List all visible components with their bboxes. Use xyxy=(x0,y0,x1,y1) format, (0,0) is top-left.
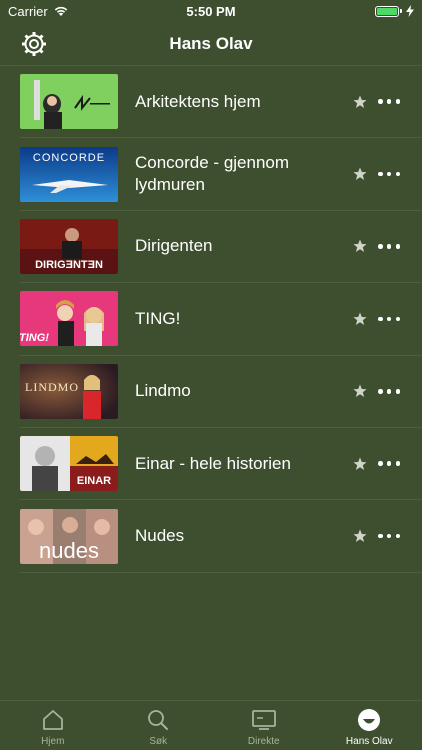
tv-icon xyxy=(251,710,276,730)
profile-icon xyxy=(358,709,381,731)
more-options-button[interactable] xyxy=(378,171,400,177)
tab-bar: Hjem Søk Direkte Hans Olav xyxy=(0,700,422,750)
settings-button[interactable] xyxy=(20,30,48,58)
item-title: TING! xyxy=(135,308,181,328)
list-item[interactable]: EINAR Einar - hele historien xyxy=(20,428,422,501)
thumb-text: nudes xyxy=(39,538,99,563)
concorde-thumbnail: CONCORDE xyxy=(20,146,118,202)
ting-thumbnail: TING! xyxy=(20,291,118,347)
star-icon[interactable] xyxy=(353,312,367,326)
arkitektens-hjem-thumbnail xyxy=(20,74,118,130)
list-item[interactable]: DIRIGƎNTƎN Dirigenten xyxy=(20,211,422,284)
carrier-info: Carrier xyxy=(8,4,69,19)
home-icon xyxy=(42,710,63,730)
item-title: Concorde - gjennom lydmuren xyxy=(135,153,290,195)
star-icon[interactable] xyxy=(353,384,367,398)
star-icon[interactable] xyxy=(353,239,367,253)
item-title: Einar - hele historien xyxy=(135,453,291,473)
more-options-button[interactable] xyxy=(378,316,400,322)
thumb-text: DIRIGƎNTƎN xyxy=(35,259,103,271)
more-options-button[interactable] xyxy=(378,243,400,249)
tab-search[interactable]: Søk xyxy=(106,701,212,750)
einar-thumbnail: EINAR xyxy=(20,436,118,492)
more-options-button[interactable] xyxy=(378,533,400,539)
more-options-button[interactable] xyxy=(378,461,400,467)
wifi-icon xyxy=(54,6,67,16)
tab-label: Hans Olav xyxy=(345,736,393,747)
gear-icon xyxy=(22,32,46,56)
tab-profile[interactable]: Hans Olav xyxy=(317,701,422,750)
star-icon[interactable] xyxy=(353,167,367,181)
thumb-text: LINDMO xyxy=(25,380,79,394)
more-options-button[interactable] xyxy=(378,99,400,105)
tab-label: Hjem xyxy=(41,736,65,747)
favorites-list: Arkitektens hjem CONCORDE Concorde - gje… xyxy=(0,66,422,573)
list-item[interactable]: CONCORDE Concorde - gjennom lydmuren xyxy=(20,138,422,211)
search-icon xyxy=(148,710,169,730)
more-options-button[interactable] xyxy=(378,388,400,394)
list-item[interactable]: TING! TING! xyxy=(20,283,422,356)
star-icon[interactable] xyxy=(353,95,367,109)
list-item[interactable]: Arkitektens hjem xyxy=(20,66,422,139)
thumb-text: TING! xyxy=(20,332,49,344)
item-title: Dirigenten xyxy=(135,236,213,256)
item-title: Lindmo xyxy=(135,381,191,401)
status-bar: Carrier 5:50 PM xyxy=(0,0,422,22)
nav-bar: Hans Olav xyxy=(0,22,422,66)
lindmo-thumbnail: LINDMO xyxy=(20,363,118,419)
page-title: Hans Olav xyxy=(169,33,253,53)
carrier-label: Carrier xyxy=(8,3,48,19)
thumb-text: CONCORDE xyxy=(33,152,105,164)
thumb-text: EINAR xyxy=(77,475,111,487)
star-icon[interactable] xyxy=(353,529,367,543)
star-icon[interactable] xyxy=(353,457,367,471)
list-item[interactable]: nudes Nudes xyxy=(20,500,422,573)
tab-live[interactable]: Direkte xyxy=(211,701,317,750)
battery-status xyxy=(375,5,414,17)
list-item[interactable]: LINDMO Lindmo xyxy=(20,356,422,428)
item-title: Nudes xyxy=(135,526,185,546)
charging-bolt-icon xyxy=(406,5,414,17)
item-title: Arkitektens hjem xyxy=(135,91,261,111)
tab-label: Direkte xyxy=(247,736,280,747)
battery-icon xyxy=(375,5,402,17)
nudes-thumbnail: nudes xyxy=(20,508,118,564)
tab-label: Søk xyxy=(149,736,168,747)
dirigenten-thumbnail: DIRIGƎNTƎN xyxy=(20,218,118,274)
tab-home[interactable]: Hjem xyxy=(0,701,106,750)
